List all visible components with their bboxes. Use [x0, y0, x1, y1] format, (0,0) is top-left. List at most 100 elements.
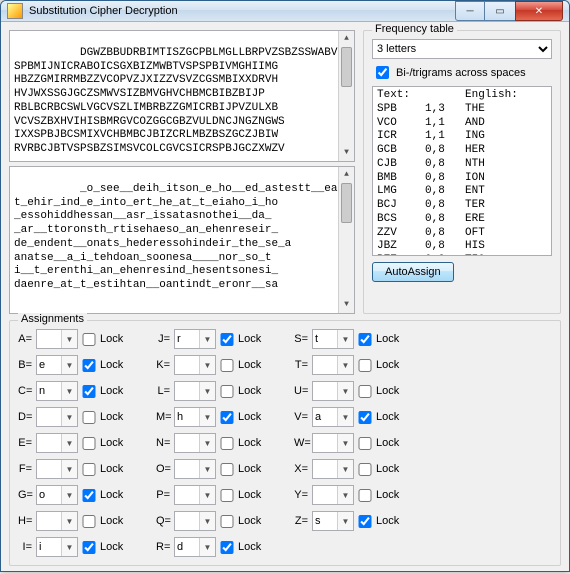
assign-combo-e[interactable]: ▼: [36, 433, 78, 453]
chevron-down-icon[interactable]: ▼: [199, 330, 215, 348]
assign-combo-p[interactable]: ▼: [174, 485, 216, 505]
assign-combo-j[interactable]: ▼: [174, 329, 216, 349]
lock-checkbox-u[interactable]: [358, 385, 372, 398]
freq-row[interactable]: JBZ0,8HIS: [377, 240, 547, 254]
assign-combo-n[interactable]: ▼: [174, 433, 216, 453]
freq-row[interactable]: CJB0,8NTH: [377, 158, 547, 172]
plaintext-textbox[interactable]: _o_see__deih_itson_e_ho__ed_astestt__ean…: [9, 166, 355, 314]
freq-row[interactable]: BMB0,8ION: [377, 172, 547, 186]
assign-combo-v[interactable]: ▼: [312, 407, 354, 427]
chevron-down-icon[interactable]: ▼: [61, 408, 77, 426]
assign-combo-o[interactable]: ▼: [174, 459, 216, 479]
lock-checkbox-x[interactable]: [358, 463, 372, 476]
lock-checkbox-f[interactable]: [82, 463, 96, 476]
chevron-down-icon[interactable]: ▼: [337, 330, 353, 348]
lock-checkbox-g[interactable]: [82, 489, 96, 502]
chevron-down-icon[interactable]: ▼: [199, 538, 215, 556]
lock-checkbox-c[interactable]: [82, 385, 96, 398]
assign-combo-c[interactable]: ▼: [36, 381, 78, 401]
scroll-up-icon[interactable]: ▲: [339, 167, 354, 183]
assign-combo-t[interactable]: ▼: [312, 355, 354, 375]
assign-combo-y[interactable]: ▼: [312, 485, 354, 505]
assign-input-d[interactable]: [37, 408, 61, 426]
chevron-down-icon[interactable]: ▼: [199, 460, 215, 478]
assign-combo-w[interactable]: ▼: [312, 433, 354, 453]
assign-input-k[interactable]: [175, 356, 199, 374]
lock-checkbox-i[interactable]: [82, 541, 96, 554]
assign-combo-q[interactable]: ▼: [174, 511, 216, 531]
scroll-up-icon[interactable]: ▲: [339, 31, 354, 47]
lock-checkbox-o[interactable]: [220, 463, 234, 476]
assign-combo-f[interactable]: ▼: [36, 459, 78, 479]
chevron-down-icon[interactable]: ▼: [61, 538, 77, 556]
ciphertext-textbox[interactable]: DGWZBBUDRBIMTISZGCPBLMGLLBRPVZSBZSSWABVC…: [9, 30, 355, 162]
chevron-down-icon[interactable]: ▼: [61, 486, 77, 504]
lock-checkbox-v[interactable]: [358, 411, 372, 424]
bigrams-checkbox-row[interactable]: Bi-/trigrams across spaces: [372, 63, 552, 82]
assign-combo-k[interactable]: ▼: [174, 355, 216, 375]
assign-input-y[interactable]: [313, 486, 337, 504]
chevron-down-icon[interactable]: ▼: [337, 408, 353, 426]
assign-input-r[interactable]: [175, 538, 199, 556]
assign-input-q[interactable]: [175, 512, 199, 530]
assign-input-s[interactable]: [313, 330, 337, 348]
assign-combo-r[interactable]: ▼: [174, 537, 216, 557]
lock-checkbox-p[interactable]: [220, 489, 234, 502]
assign-combo-u[interactable]: ▼: [312, 381, 354, 401]
assign-combo-h[interactable]: ▼: [36, 511, 78, 531]
freq-row[interactable]: BCJ0,8TER: [377, 199, 547, 213]
assign-input-a[interactable]: [37, 330, 61, 348]
freq-row[interactable]: RZZ0,8TIO: [377, 254, 547, 256]
assign-combo-a[interactable]: ▼: [36, 329, 78, 349]
autoassign-button[interactable]: AutoAssign: [372, 262, 454, 282]
chevron-down-icon[interactable]: ▼: [61, 356, 77, 374]
chevron-down-icon[interactable]: ▼: [337, 356, 353, 374]
lock-checkbox-y[interactable]: [358, 489, 372, 502]
maximize-button[interactable]: ▭: [485, 1, 515, 21]
freq-row[interactable]: BCS0,8ERE: [377, 213, 547, 227]
freq-row[interactable]: VCO1,1AND: [377, 117, 547, 131]
assign-input-x[interactable]: [313, 460, 337, 478]
assign-input-e[interactable]: [37, 434, 61, 452]
assign-input-n[interactable]: [175, 434, 199, 452]
chevron-down-icon[interactable]: ▼: [337, 486, 353, 504]
assign-combo-m[interactable]: ▼: [174, 407, 216, 427]
assign-input-l[interactable]: [175, 382, 199, 400]
assign-input-c[interactable]: [37, 382, 61, 400]
chevron-down-icon[interactable]: ▼: [61, 434, 77, 452]
titlebar[interactable]: Substitution Cipher Decryption ─ ▭ ✕: [1, 1, 569, 22]
lock-checkbox-l[interactable]: [220, 385, 234, 398]
chevron-down-icon[interactable]: ▼: [337, 434, 353, 452]
assign-input-o[interactable]: [175, 460, 199, 478]
lock-checkbox-m[interactable]: [220, 411, 234, 424]
freq-row[interactable]: LMG0,8ENT: [377, 185, 547, 199]
lock-checkbox-z[interactable]: [358, 515, 372, 528]
scrollbar[interactable]: ▲ ▼: [338, 167, 354, 313]
chevron-down-icon[interactable]: ▼: [61, 460, 77, 478]
assign-input-h[interactable]: [37, 512, 61, 530]
assign-combo-l[interactable]: ▼: [174, 381, 216, 401]
freq-row[interactable]: GCB0,8HER: [377, 144, 547, 158]
assign-input-u[interactable]: [313, 382, 337, 400]
lock-checkbox-w[interactable]: [358, 437, 372, 450]
scroll-down-icon[interactable]: ▼: [339, 297, 354, 313]
lock-checkbox-q[interactable]: [220, 515, 234, 528]
chevron-down-icon[interactable]: ▼: [199, 356, 215, 374]
lock-checkbox-k[interactable]: [220, 359, 234, 372]
chevron-down-icon[interactable]: ▼: [61, 382, 77, 400]
lock-checkbox-r[interactable]: [220, 541, 234, 554]
assign-input-g[interactable]: [37, 486, 61, 504]
assign-input-j[interactable]: [175, 330, 199, 348]
lock-checkbox-s[interactable]: [358, 333, 372, 346]
assign-input-w[interactable]: [313, 434, 337, 452]
chevron-down-icon[interactable]: ▼: [61, 512, 77, 530]
lock-checkbox-t[interactable]: [358, 359, 372, 372]
chevron-down-icon[interactable]: ▼: [337, 382, 353, 400]
assign-combo-s[interactable]: ▼: [312, 329, 354, 349]
scroll-down-icon[interactable]: ▼: [339, 145, 354, 161]
lock-checkbox-h[interactable]: [82, 515, 96, 528]
lock-checkbox-b[interactable]: [82, 359, 96, 372]
bigrams-checkbox[interactable]: [376, 66, 389, 79]
assign-input-f[interactable]: [37, 460, 61, 478]
lock-checkbox-j[interactable]: [220, 333, 234, 346]
